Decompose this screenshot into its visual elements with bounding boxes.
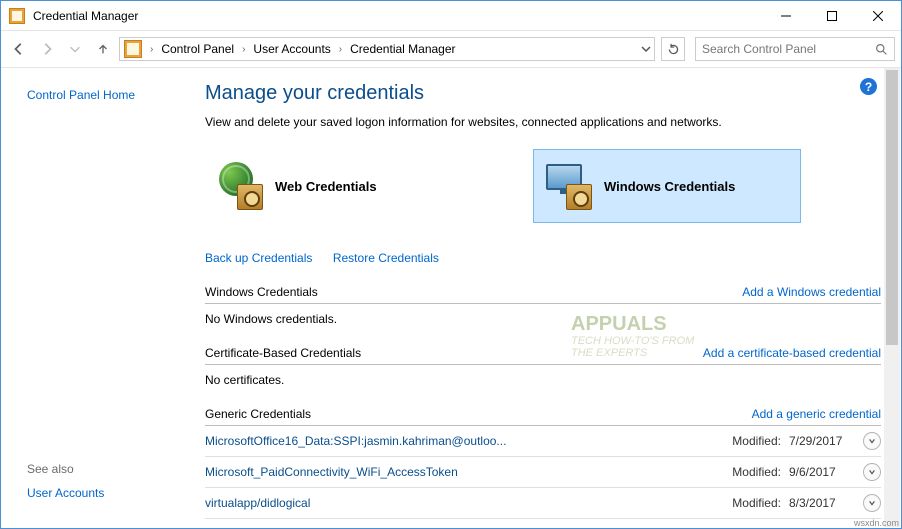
search-icon bbox=[875, 43, 888, 56]
titlebar: Credential Manager bbox=[1, 1, 901, 31]
modified-label: Modified: bbox=[732, 496, 781, 510]
page-subtitle: View and delete your saved logon informa… bbox=[205, 115, 881, 129]
source-mark: wsxdn.com bbox=[854, 518, 899, 528]
modified-date: 7/29/2017 bbox=[789, 434, 855, 448]
add-generic-credential-link[interactable]: Add a generic credential bbox=[752, 407, 881, 421]
restore-credentials-link[interactable]: Restore Credentials bbox=[333, 251, 439, 265]
tile-windows-credentials[interactable]: Windows Credentials bbox=[533, 149, 801, 223]
globe-safe-icon bbox=[215, 162, 263, 210]
help-icon[interactable]: ? bbox=[860, 78, 877, 95]
minimize-button[interactable] bbox=[763, 1, 809, 31]
section-label: Windows Credentials bbox=[205, 285, 318, 299]
credential-type-tiles: Web Credentials Windows Credentials bbox=[205, 149, 881, 223]
see-also-label: See also bbox=[27, 462, 104, 476]
page-title: Manage your credentials bbox=[205, 82, 881, 105]
sidebar-user-accounts[interactable]: User Accounts bbox=[27, 486, 104, 500]
address-bar[interactable]: › Control Panel › User Accounts › Creden… bbox=[119, 37, 655, 61]
certificate-credentials-empty: No certificates. bbox=[205, 365, 881, 391]
modified-label: Modified: bbox=[732, 465, 781, 479]
up-button[interactable] bbox=[91, 37, 115, 61]
app-icon bbox=[9, 8, 25, 24]
forward-button[interactable] bbox=[35, 37, 59, 61]
tile-windows-label: Windows Credentials bbox=[604, 179, 735, 194]
modified-date: 8/3/2017 bbox=[789, 496, 855, 510]
main-panel: ? Manage your credentials View and delet… bbox=[201, 68, 901, 528]
credential-entry[interactable]: MicrosoftOffice16_Data:SSPI:jasmin.kahri… bbox=[205, 426, 881, 457]
add-certificate-credential-link[interactable]: Add a certificate-based credential bbox=[703, 346, 881, 360]
nav-row: › Control Panel › User Accounts › Creden… bbox=[1, 31, 901, 67]
close-button[interactable] bbox=[855, 1, 901, 31]
chevron-right-icon[interactable]: › bbox=[339, 44, 342, 55]
recent-dropdown[interactable] bbox=[63, 37, 87, 61]
credential-entry[interactable]: Microsoft_PaidConnectivity_WiFi_AccessTo… bbox=[205, 457, 881, 488]
section-label: Certificate-Based Credentials bbox=[205, 346, 361, 360]
section-windows-credentials: Windows Credentials Add a Windows creden… bbox=[205, 285, 881, 304]
breadcrumb-credential-manager[interactable]: Credential Manager bbox=[348, 42, 457, 56]
windows-credentials-empty: No Windows credentials. bbox=[205, 304, 881, 330]
breadcrumb-control-panel[interactable]: Control Panel bbox=[159, 42, 236, 56]
refresh-button[interactable] bbox=[661, 37, 685, 61]
tile-web-label: Web Credentials bbox=[275, 179, 377, 194]
expand-button[interactable] bbox=[863, 432, 881, 450]
credential-name: Microsoft_PaidConnectivity_WiFi_AccessTo… bbox=[205, 465, 732, 479]
chevron-right-icon[interactable]: › bbox=[150, 44, 153, 55]
breadcrumb-user-accounts[interactable]: User Accounts bbox=[251, 42, 332, 56]
backup-credentials-link[interactable]: Back up Credentials bbox=[205, 251, 312, 265]
expand-button[interactable] bbox=[863, 463, 881, 481]
maximize-button[interactable] bbox=[809, 1, 855, 31]
chevron-right-icon[interactable]: › bbox=[242, 44, 245, 55]
chevron-down-icon[interactable] bbox=[640, 43, 652, 55]
section-certificate-credentials: Certificate-Based Credentials Add a cert… bbox=[205, 346, 881, 365]
monitor-safe-icon bbox=[544, 162, 592, 210]
scrollbar[interactable] bbox=[884, 68, 900, 527]
credential-entry[interactable]: virtualapp/didlogicalModified: 8/3/2017 bbox=[205, 488, 881, 519]
expand-button[interactable] bbox=[863, 494, 881, 512]
back-button[interactable] bbox=[7, 37, 31, 61]
modified-label: Modified: bbox=[732, 434, 781, 448]
credential-name: virtualapp/didlogical bbox=[205, 496, 732, 510]
search-placeholder: Search Control Panel bbox=[702, 42, 875, 56]
modified-date: 9/6/2017 bbox=[789, 465, 855, 479]
section-label: Generic Credentials bbox=[205, 407, 311, 421]
credential-name: MicrosoftOffice16_Data:SSPI:jasmin.kahri… bbox=[205, 434, 732, 448]
sidebar: Control Panel Home See also User Account… bbox=[1, 68, 201, 528]
control-panel-icon bbox=[124, 40, 142, 58]
search-input[interactable]: Search Control Panel bbox=[695, 37, 895, 61]
add-windows-credential-link[interactable]: Add a Windows credential bbox=[742, 285, 881, 299]
credential-links: Back up Credentials Restore Credentials bbox=[205, 249, 881, 267]
sidebar-control-panel-home[interactable]: Control Panel Home bbox=[27, 88, 201, 102]
tile-web-credentials[interactable]: Web Credentials bbox=[205, 149, 473, 223]
scrollbar-thumb[interactable] bbox=[886, 70, 898, 345]
section-generic-credentials: Generic Credentials Add a generic creden… bbox=[205, 407, 881, 426]
window-title: Credential Manager bbox=[33, 9, 138, 23]
